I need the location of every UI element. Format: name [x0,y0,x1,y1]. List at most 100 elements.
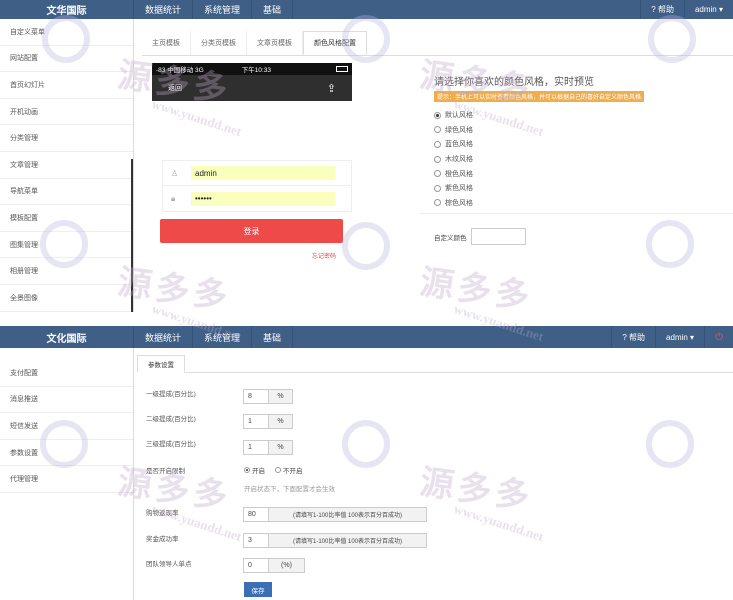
phone-status-bar: -83 中国移动 3G 下午10:33 [152,63,352,75]
limit-radios: 开启 不开启 [244,465,303,475]
help-label: 帮助 [657,5,674,14]
sidebar-item-payment[interactable]: 支付配置 [0,360,133,387]
radio-enable[interactable]: 开启 [244,465,265,475]
limit-label: 是否开启限制 [146,468,185,475]
login-button[interactable]: 登录 [160,219,343,243]
watermark-logo-icon [646,220,694,268]
radio-icon[interactable] [434,126,441,134]
sidebar-item-articles[interactable]: 文章管理 [0,152,133,179]
radio-icon[interactable] [434,199,441,207]
level3-input[interactable]: 1 [243,440,269,455]
buy-rate-addon: (请填写1-100比率值 100表示百分百成功) [269,507,427,522]
radio-disable[interactable]: 不开启 [275,465,303,475]
sell-rate-input[interactable]: 3 [243,533,269,548]
team-input[interactable]: 0 [243,558,269,573]
scheme-tip: 提示：手机上可以实时查看颜色风格，并可以根据自己的喜好自定义颜色风格 [434,91,645,102]
sidebar-item-panorama[interactable]: 全景图像 [0,285,133,312]
nav-basic[interactable]: 基础 [252,326,294,348]
nav-data-stats[interactable]: 数据统计 [134,326,194,348]
username-row: ♙ admin [163,161,351,186]
radio-icon[interactable] [275,467,281,473]
team-group: 0 (%) [243,558,305,573]
brand-logo: 文化国际 [0,326,134,348]
divider [420,213,733,214]
scheme-option-green[interactable]: 绿色风格 [434,123,724,138]
team-addon: (%) [269,558,305,573]
sidebar-item-nav-menu[interactable]: 导航菜单 [0,179,133,206]
sidebar-item-custom-menu[interactable]: 自定义菜单 [0,19,133,46]
sell-rate-label: 奖金成功率 [146,536,179,543]
level2-label: 二级提成(百分比) [146,416,196,423]
scheme-option-blue[interactable]: 蓝色风格 [434,137,724,152]
sell-rate-addon: (请填写1-100比率值 100表示百分百成功) [269,533,427,548]
nav-system-manage[interactable]: 系统管理 [193,326,253,348]
params-tabs: 参数设置 [137,355,733,373]
level1-label: 一级提成(百分比) [146,391,196,398]
tab-article-template[interactable]: 文章页模板 [247,31,303,55]
color-scheme-panel: 请选择你喜欢的颜色风格，实时预览 提示：手机上可以实时查看颜色风格，并可以根据自… [434,73,724,210]
percent-addon: % [269,389,293,404]
radio-icon[interactable] [244,467,250,473]
scheme-option-default[interactable]: 默认风格 [434,108,724,123]
scheme-option-label: 绿色风格 [445,126,473,134]
scheme-option-label: 默认风格 [445,112,473,120]
login-form: ♙ admin 🔒︎ •••••• [162,160,352,212]
save-button[interactable]: 保存 [244,582,272,597]
share-icon[interactable]: ⇪ [327,82,336,95]
radio-icon[interactable] [434,184,441,192]
scheme-option-purple[interactable]: 紫色风格 [434,181,724,196]
scheme-option-wood[interactable]: 木纹风格 [434,152,724,167]
tab-home-template[interactable]: 主页模板 [142,31,191,55]
sidebar-item-site-config[interactable]: 网站配置 [0,46,133,73]
user-menu[interactable]: admin ▾ [683,0,733,19]
help-link[interactable]: ? 帮助 [611,326,655,348]
sidebar-item-gallery[interactable]: 图集管理 [0,232,133,259]
watermark-logo-icon [342,420,390,468]
help-link[interactable]: ? 帮助 [640,0,684,19]
radio-icon[interactable] [434,140,441,148]
tab-category-template[interactable]: 分类页模板 [191,31,247,55]
scheme-option-label: 紫色风格 [445,185,473,193]
tab-color-scheme[interactable]: 颜色风格配置 [303,31,367,55]
username-field[interactable]: admin [191,166,335,180]
sidebar-item-home-slides[interactable]: 首页幻灯片 [0,72,133,99]
radio-disable-label: 不开启 [283,468,303,475]
forgot-password-link[interactable]: 忘记密码 [312,251,336,260]
level1-input[interactable]: 8 [243,389,269,404]
nav-data-stats[interactable]: 数据统计 [134,0,194,19]
help-label: 帮助 [629,332,646,342]
back-button[interactable]: 返回 [168,83,182,93]
scheme-option-brown[interactable]: 棕色风格 [434,196,724,211]
percent-addon: % [269,440,293,455]
sidebar-item-sms[interactable]: 短信发送 [0,413,133,440]
nav-basic[interactable]: 基础 [252,0,294,19]
sidebar-item-agent[interactable]: 代理管理 [0,466,133,493]
sidebar-item-params[interactable]: 参数设置 [0,440,133,467]
user-menu[interactable]: admin ▾ [655,326,704,348]
carrier-text: -83 中国移动 3G [156,67,204,74]
power-icon[interactable]: ⏻ [704,326,733,348]
radio-icon[interactable] [434,170,441,178]
sidebar-item-push[interactable]: 消息推送 [0,387,133,414]
user-icon: ♙ [171,168,179,178]
scheme-option-orange[interactable]: 橙色风格 [434,166,724,181]
lock-icon: 🔒︎ [171,193,176,203]
tab-params[interactable]: 参数设置 [137,355,185,373]
nav-system-manage[interactable]: 系统管理 [193,0,253,19]
radio-icon[interactable] [434,155,441,163]
buy-rate-group: 80 (请填写1-100比率值 100表示百分百成功) [243,507,427,522]
password-row: 🔒︎ •••••• [163,186,351,211]
level2-input[interactable]: 1 [243,414,269,429]
buy-rate-input[interactable]: 80 [243,507,269,522]
custom-color-label: 自定义颜色 [434,234,467,242]
password-field[interactable]: •••••• [191,191,335,206]
sidebar-scrollbar[interactable] [131,159,133,329]
custom-color-input[interactable] [470,228,526,245]
sidebar-item-boot-animation[interactable]: 开机动画 [0,99,133,126]
radio-icon[interactable] [434,111,441,119]
sidebar-item-album[interactable]: 相册管理 [0,258,133,285]
sidebar-item-category[interactable]: 分类管理 [0,125,133,152]
scheme-option-label: 橙色风格 [445,170,473,178]
sidebar-item-template[interactable]: 模板配置 [0,205,133,232]
sidebar: 自定义菜单 网站配置 首页幻灯片 开机动画 分类管理 文章管理 导航菜单 模板配… [0,19,134,329]
